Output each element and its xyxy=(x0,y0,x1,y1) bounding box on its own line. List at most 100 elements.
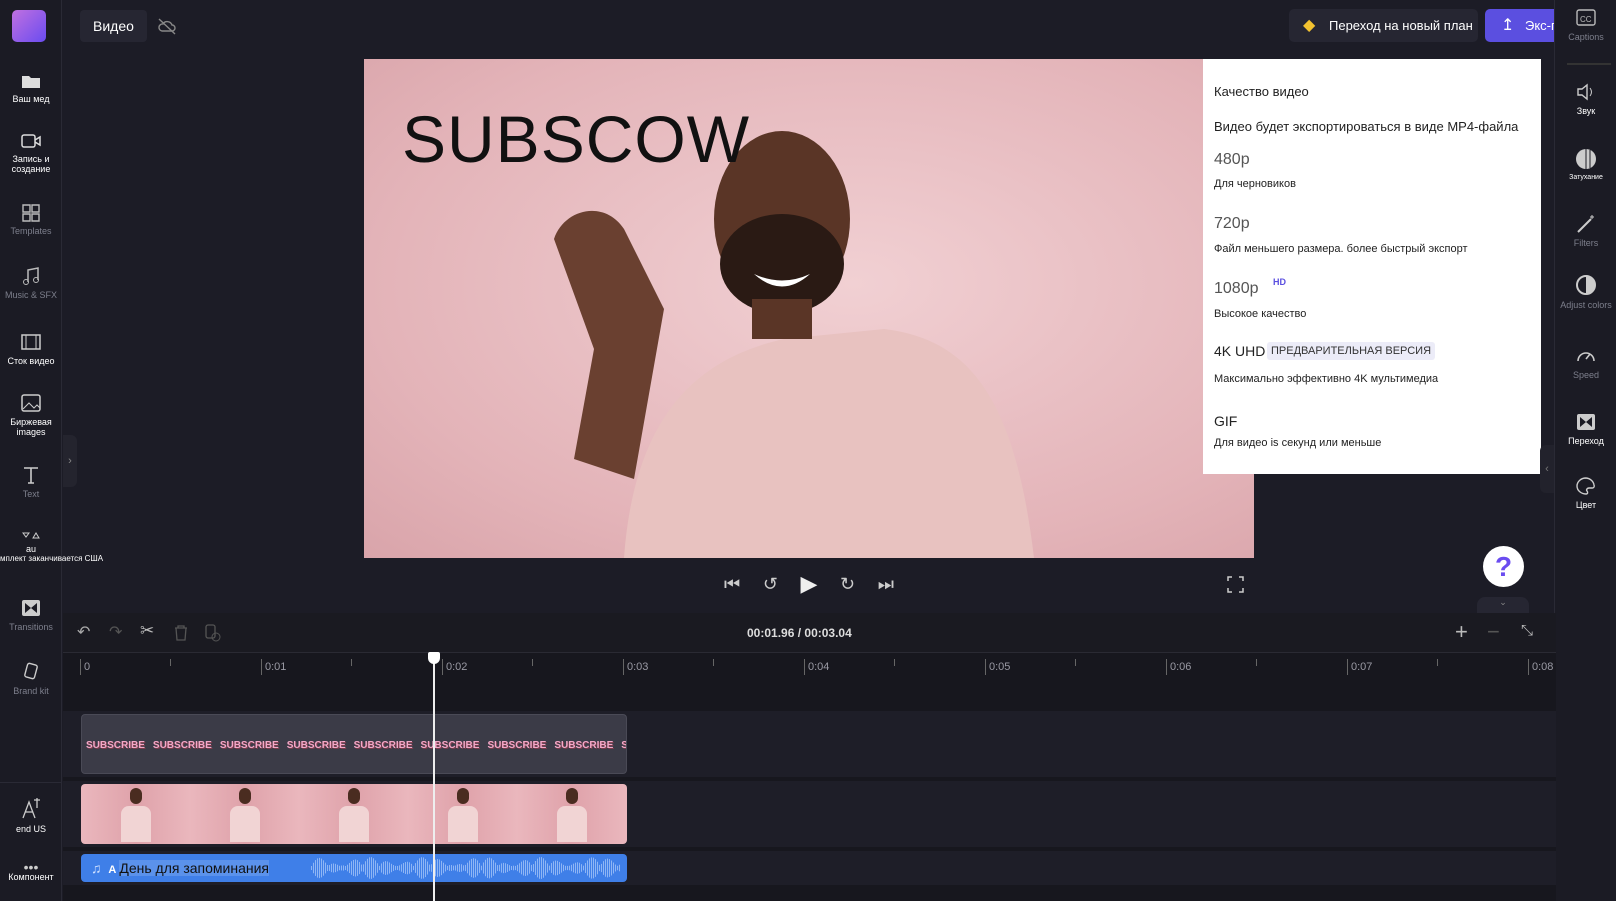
sidebar-item-text[interactable]: Text xyxy=(0,465,62,499)
adjust-colors-button[interactable]: Adjust colors xyxy=(1555,274,1616,310)
ruler-minor-tick xyxy=(894,659,895,666)
waveform-bar xyxy=(589,858,590,878)
waveform-bar xyxy=(457,864,458,872)
zoom-in-icon[interactable]: + xyxy=(1455,619,1468,645)
waveform-bar xyxy=(359,861,360,875)
templates-icon xyxy=(22,204,40,222)
sidebar-item-record[interactable]: Запись и создание xyxy=(0,132,62,174)
waveform-bar xyxy=(473,858,474,878)
ruler-label: 0:07 xyxy=(1351,661,1373,673)
sidebar-item-media[interactable]: Ваш мед xyxy=(0,72,62,104)
ruler-minor-tick xyxy=(351,659,352,666)
waveform-bar xyxy=(581,864,582,872)
preview-badge: ПРЕДВАРИТЕЛЬНАЯ ВЕРСИЯ xyxy=(1267,342,1436,360)
waveform-bar xyxy=(347,864,348,872)
playhead-handle[interactable] xyxy=(428,652,440,664)
sidebar-item-transitions[interactable]: Transitions xyxy=(0,598,62,632)
waveform-bar xyxy=(615,864,616,872)
waveform-bar xyxy=(493,860,494,876)
audio-button[interactable]: Звук xyxy=(1555,82,1616,116)
sidebar-item-music[interactable]: Music & SFX xyxy=(0,266,62,300)
text-clip[interactable]: SUBSCRIBE SUBSCRIBE SUBSCRIBE SUBSCRIBE SUBS… xyxy=(81,714,627,774)
label: Цвет xyxy=(1575,500,1597,510)
timeline: ↶ ↷ ✂ 00:01.96 / 00:03.04 + − ⤡ 0 0:01 0:0… xyxy=(63,613,1556,901)
option-desc: Для черновиков xyxy=(1214,178,1296,190)
fullscreen-icon[interactable] xyxy=(1227,576,1244,593)
duplicate-icon[interactable] xyxy=(205,624,221,642)
playhead[interactable] xyxy=(433,652,435,901)
filters-button[interactable]: Filters xyxy=(1555,214,1616,248)
waveform-bar xyxy=(575,862,576,874)
collapse-button[interactable]: ⌄ xyxy=(1477,597,1529,613)
sidebar-item-stock-images[interactable]: Биржевая images xyxy=(0,393,62,437)
transition-icon xyxy=(1577,414,1595,430)
video-thumbnail xyxy=(557,788,587,844)
sidebar-item-translate[interactable]: end US xyxy=(0,796,62,834)
project-name-tab[interactable]: Видео xyxy=(80,10,147,42)
left-sidebar: Ваш мед Запись и создание Templates Musi… xyxy=(0,0,103,901)
trash-icon[interactable] xyxy=(174,625,188,641)
skip-forward-icon[interactable]: ⏭ xyxy=(878,574,894,595)
forward-5-icon[interactable]: ↻ xyxy=(840,574,855,595)
waveform-bar xyxy=(603,861,604,875)
collapse-right-panel-button[interactable]: ‹ xyxy=(1540,445,1554,493)
skip-back-icon[interactable]: ⏮ xyxy=(724,574,740,595)
undo-icon[interactable]: ↶ xyxy=(77,622,90,642)
waveform-bar xyxy=(579,862,580,874)
waveform-bar xyxy=(325,862,326,874)
waveform-bar xyxy=(531,864,532,872)
waveform-bar xyxy=(613,862,614,874)
help-button[interactable]: ? xyxy=(1483,546,1524,587)
label: Биржевая images xyxy=(10,417,52,437)
waveform-bar xyxy=(447,865,448,871)
time-separator: / xyxy=(797,626,802,640)
label: Speed xyxy=(1572,370,1600,380)
music-icon xyxy=(23,267,39,285)
current-time: 00:01.96 xyxy=(747,626,795,640)
play-icon[interactable]: ▶ xyxy=(801,571,818,597)
option-label: GIF xyxy=(1214,413,1238,429)
audio-clip[interactable]: ♫ A День для запоминания xyxy=(81,854,627,882)
waveform-bar xyxy=(467,862,468,874)
label: Запись и создание xyxy=(11,154,51,174)
expand-panel-button[interactable]: › xyxy=(63,435,77,487)
waveform-bar xyxy=(523,860,524,876)
fit-timeline-icon[interactable]: ⤡ xyxy=(1521,622,1533,639)
waveform-bar xyxy=(537,858,538,878)
upgrade-plan-button[interactable]: ◆ Переход на новый план xyxy=(1289,9,1478,42)
cloud-off-icon[interactable] xyxy=(157,17,177,35)
waveform-bar xyxy=(377,863,378,873)
video-thumbnail xyxy=(121,788,151,844)
waveform-bar xyxy=(409,862,410,874)
waveform-bar xyxy=(499,864,500,872)
sidebar-item-shapes[interactable]: au мплект заканчивается США xyxy=(0,530,103,563)
rewind-5-icon[interactable]: ↺ xyxy=(763,574,778,595)
sidebar-item-templates[interactable]: Templates xyxy=(0,202,62,236)
scissors-icon[interactable]: ✂ xyxy=(140,621,154,641)
transition-button[interactable]: Переход xyxy=(1555,412,1616,446)
waveform-bar xyxy=(543,858,544,878)
speed-button[interactable]: Speed xyxy=(1555,346,1616,380)
waveform-bar xyxy=(485,859,486,877)
sidebar-item-brand-kit[interactable]: Brand kit xyxy=(0,662,62,696)
transitions-icon xyxy=(22,600,40,616)
captions-button[interactable]: CC Captions xyxy=(1555,8,1616,42)
sidebar-item-stock-video[interactable]: Сток видео xyxy=(0,332,62,366)
waveform-bar xyxy=(419,858,420,878)
fade-button[interactable]: Затухание xyxy=(1555,148,1616,181)
waveform-bar xyxy=(557,860,558,876)
video-clip[interactable] xyxy=(81,784,627,844)
redo-icon[interactable]: ↷ xyxy=(109,622,122,642)
waveform-bar xyxy=(571,864,572,872)
sidebar-item-more[interactable]: ••• Компонент xyxy=(0,859,62,882)
waveform-bar xyxy=(585,863,586,873)
speedometer-icon xyxy=(1577,352,1595,362)
more-icon: ••• xyxy=(23,859,39,875)
video-preview[interactable]: SUBSCOW xyxy=(364,59,1254,558)
waveform-bar xyxy=(513,865,514,871)
color-button[interactable]: Цвет xyxy=(1555,476,1616,510)
waveform-bar xyxy=(495,862,496,874)
waveform-bar xyxy=(399,865,400,871)
overlay-text[interactable]: SUBSCOW xyxy=(402,101,750,177)
zoom-out-icon[interactable]: − xyxy=(1487,619,1500,645)
